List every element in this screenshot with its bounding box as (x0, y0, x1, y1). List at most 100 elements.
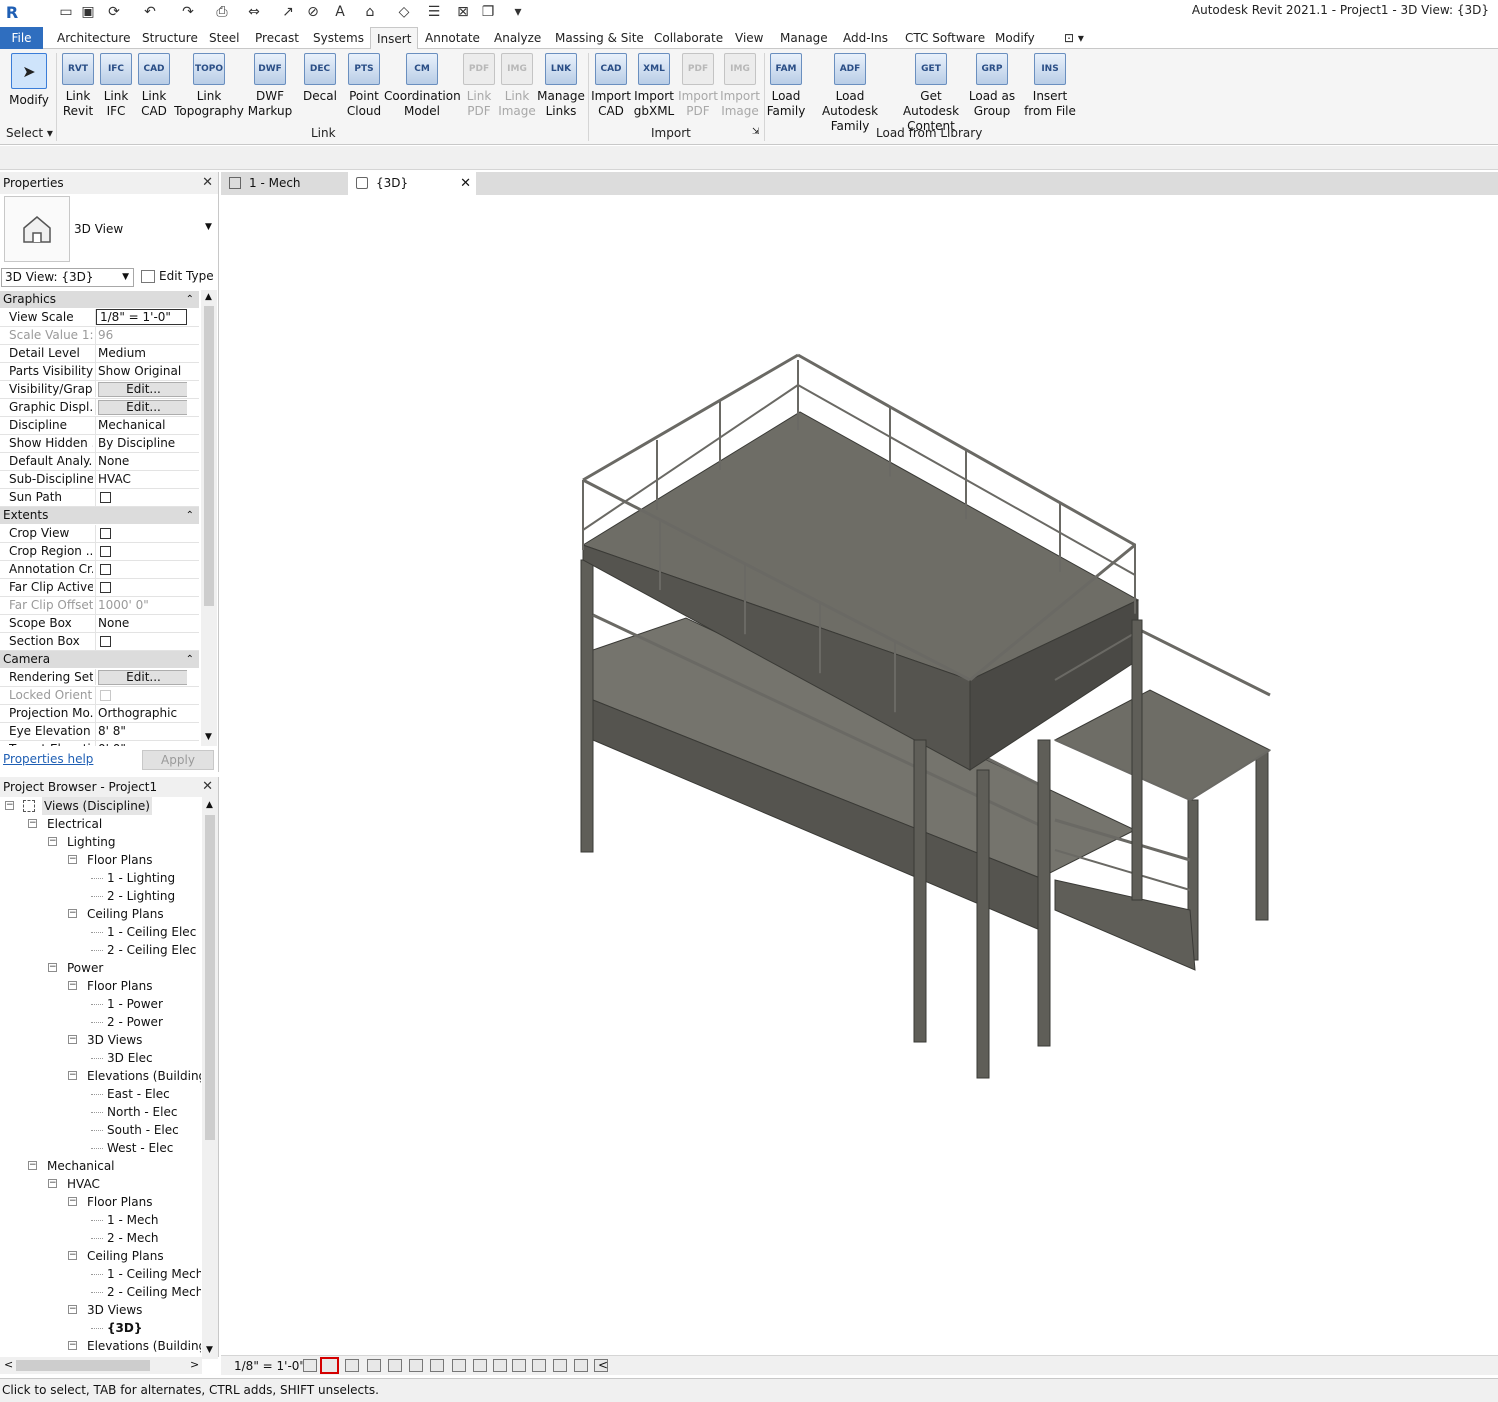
decal-tool[interactable]: DEC Decal (298, 53, 342, 104)
tree-item[interactable]: 1 - Ceiling Mech (107, 1265, 201, 1283)
import-cad-tool[interactable]: CAD Import CAD (590, 53, 632, 119)
tree-item[interactable]: 1 - Power (107, 995, 163, 1013)
property-value[interactable] (95, 525, 187, 544)
apply-button[interactable]: Apply (142, 750, 214, 770)
link-revit-tool[interactable]: RVT Link Revit (59, 53, 97, 119)
coordination-model-tool[interactable]: CM Coordination Model (384, 53, 461, 119)
tree-item[interactable]: {3D} (107, 1319, 142, 1337)
view-control-icon[interactable] (473, 1359, 487, 1372)
select-panel-label[interactable]: Select ▾ (6, 126, 53, 140)
measure-icon[interactable]: ⇔ (246, 4, 262, 20)
property-value[interactable]: Medium (95, 345, 187, 362)
link-cad-tool[interactable]: CAD Link CAD (135, 53, 173, 119)
tree-item[interactable]: Lighting (67, 833, 116, 851)
import-dialog-launcher-icon[interactable]: ⇲ (752, 127, 760, 137)
property-value[interactable] (95, 579, 187, 598)
load-as-group-tool[interactable]: GRP Load as Group (968, 53, 1016, 119)
property-value[interactable]: By Discipline (95, 435, 187, 452)
collapse-icon[interactable]: ⌃ (186, 291, 194, 308)
property-value[interactable] (95, 543, 187, 562)
browser-scrollbar[interactable]: ▲ ▼ (202, 797, 218, 1359)
checkbox[interactable] (100, 492, 111, 503)
properties-scrollbar[interactable]: ▲ ▼ (201, 290, 217, 746)
collapse-toggle[interactable]: − (68, 1197, 77, 1206)
view-control-icon[interactable] (512, 1359, 526, 1372)
checkbox[interactable] (100, 528, 111, 539)
tree-item[interactable]: HVAC (67, 1175, 100, 1193)
text-icon[interactable]: A (332, 4, 348, 20)
property-value[interactable]: Edit... (95, 399, 187, 415)
property-value[interactable]: Mechanical (95, 417, 187, 434)
link-pdf-tool[interactable]: PDF Link PDF (459, 53, 499, 119)
load-family-tool[interactable]: FAM Load Family (766, 53, 806, 119)
collapse-toggle[interactable]: − (68, 1341, 77, 1350)
undo-icon[interactable]: ↶ (142, 4, 158, 20)
edit-button[interactable]: Edit... (98, 400, 187, 415)
group-camera[interactable]: Camera ⌃ (0, 651, 199, 668)
collapse-toggle[interactable]: − (48, 963, 57, 972)
collapse-toggle[interactable]: − (48, 1179, 57, 1188)
dimension-icon[interactable]: ↗ (280, 4, 296, 20)
collapse-toggle[interactable]: − (48, 837, 57, 846)
tree-item[interactable]: Mechanical (47, 1157, 115, 1175)
3d-view-canvas[interactable] (221, 195, 1498, 1355)
tab-file[interactable]: File (0, 27, 43, 49)
dwf-markup-tool[interactable]: DWF DWF Markup (244, 53, 296, 119)
view-control-icon[interactable] (345, 1359, 359, 1372)
property-value[interactable] (95, 633, 187, 652)
tree-item[interactable]: South - Elec (107, 1121, 179, 1139)
edit-type-button[interactable]: Edit Type (141, 268, 214, 287)
column[interactable] (1131, 619, 1143, 901)
property-value[interactable] (95, 489, 187, 508)
tree-item[interactable]: West - Elec (107, 1139, 173, 1157)
property-value[interactable]: HVAC (95, 471, 187, 488)
tree-item[interactable]: 3D Elec (107, 1049, 153, 1067)
tab-analyze[interactable]: Analyze (494, 27, 541, 49)
view-scale-control[interactable]: 1/8" = 1'-0" (234, 1359, 305, 1373)
tree-item[interactable]: Views (Discipline) (42, 797, 152, 815)
tab-ctc-software[interactable]: CTC Software (905, 27, 985, 49)
close-hidden-icon[interactable]: ⊠ (455, 4, 471, 20)
tree-item[interactable]: Elevations (Building E (87, 1067, 201, 1085)
point-cloud-tool[interactable]: PTS Point Cloud (342, 53, 386, 119)
browser-horizontal-scrollbar[interactable]: < > (0, 1357, 202, 1374)
collapse-toggle[interactable]: − (68, 1305, 77, 1314)
tree-item[interactable]: 1 - Mech (107, 1211, 159, 1229)
column[interactable] (913, 739, 927, 1043)
tree-item[interactable]: 2 - Power (107, 1013, 163, 1031)
tree-item[interactable]: 3D Views (87, 1301, 142, 1319)
tab-architecture[interactable]: Architecture (57, 27, 130, 49)
column[interactable] (1255, 749, 1269, 921)
tab-collaborate[interactable]: Collaborate (654, 27, 723, 49)
open-icon[interactable]: ▭ (58, 4, 74, 20)
instance-selector[interactable]: 3D View: {3D} ▼ (1, 268, 134, 287)
tree-item[interactable]: 1 - Ceiling Elec (107, 923, 196, 941)
tree-item[interactable]: Floor Plans (87, 851, 152, 869)
view-control-icon[interactable] (303, 1359, 317, 1372)
view-scale-input[interactable]: 1/8" = 1'-0" (96, 309, 187, 325)
tab-manage[interactable]: Manage (780, 27, 828, 49)
type-dropdown-icon[interactable]: ▼ (205, 222, 212, 232)
property-value[interactable]: None (95, 615, 187, 632)
view-control-icon[interactable] (532, 1359, 546, 1372)
view-tab-1-mech[interactable]: 1 - Mech (221, 172, 348, 195)
checkbox[interactable] (100, 564, 111, 575)
view-control-icon[interactable] (493, 1359, 507, 1372)
get-autodesk-content-tool[interactable]: GET Get Autodesk Content (893, 53, 969, 134)
view-tab-3d[interactable]: {3D} ✕ (348, 172, 476, 195)
tab-add-ins[interactable]: Add-Ins (843, 27, 888, 49)
view-control-icon[interactable] (553, 1359, 567, 1372)
tree-item[interactable]: Floor Plans (87, 977, 152, 995)
column[interactable] (580, 559, 594, 853)
checkbox[interactable] (100, 636, 111, 647)
property-value[interactable]: Edit... (95, 381, 187, 397)
edit-button[interactable]: Edit... (98, 382, 187, 397)
stair[interactable] (1054, 879, 1196, 971)
property-value[interactable]: Orthographic (95, 705, 187, 722)
tab-massing-site[interactable]: Massing & Site (555, 27, 644, 49)
group-graphics[interactable]: Graphics ⌃ (0, 291, 199, 308)
properties-help-link[interactable]: Properties help (3, 752, 93, 766)
property-value[interactable]: Edit... (95, 669, 187, 685)
tab-systems[interactable]: Systems (313, 27, 364, 49)
collapse-icon[interactable]: ⌃ (186, 507, 194, 524)
